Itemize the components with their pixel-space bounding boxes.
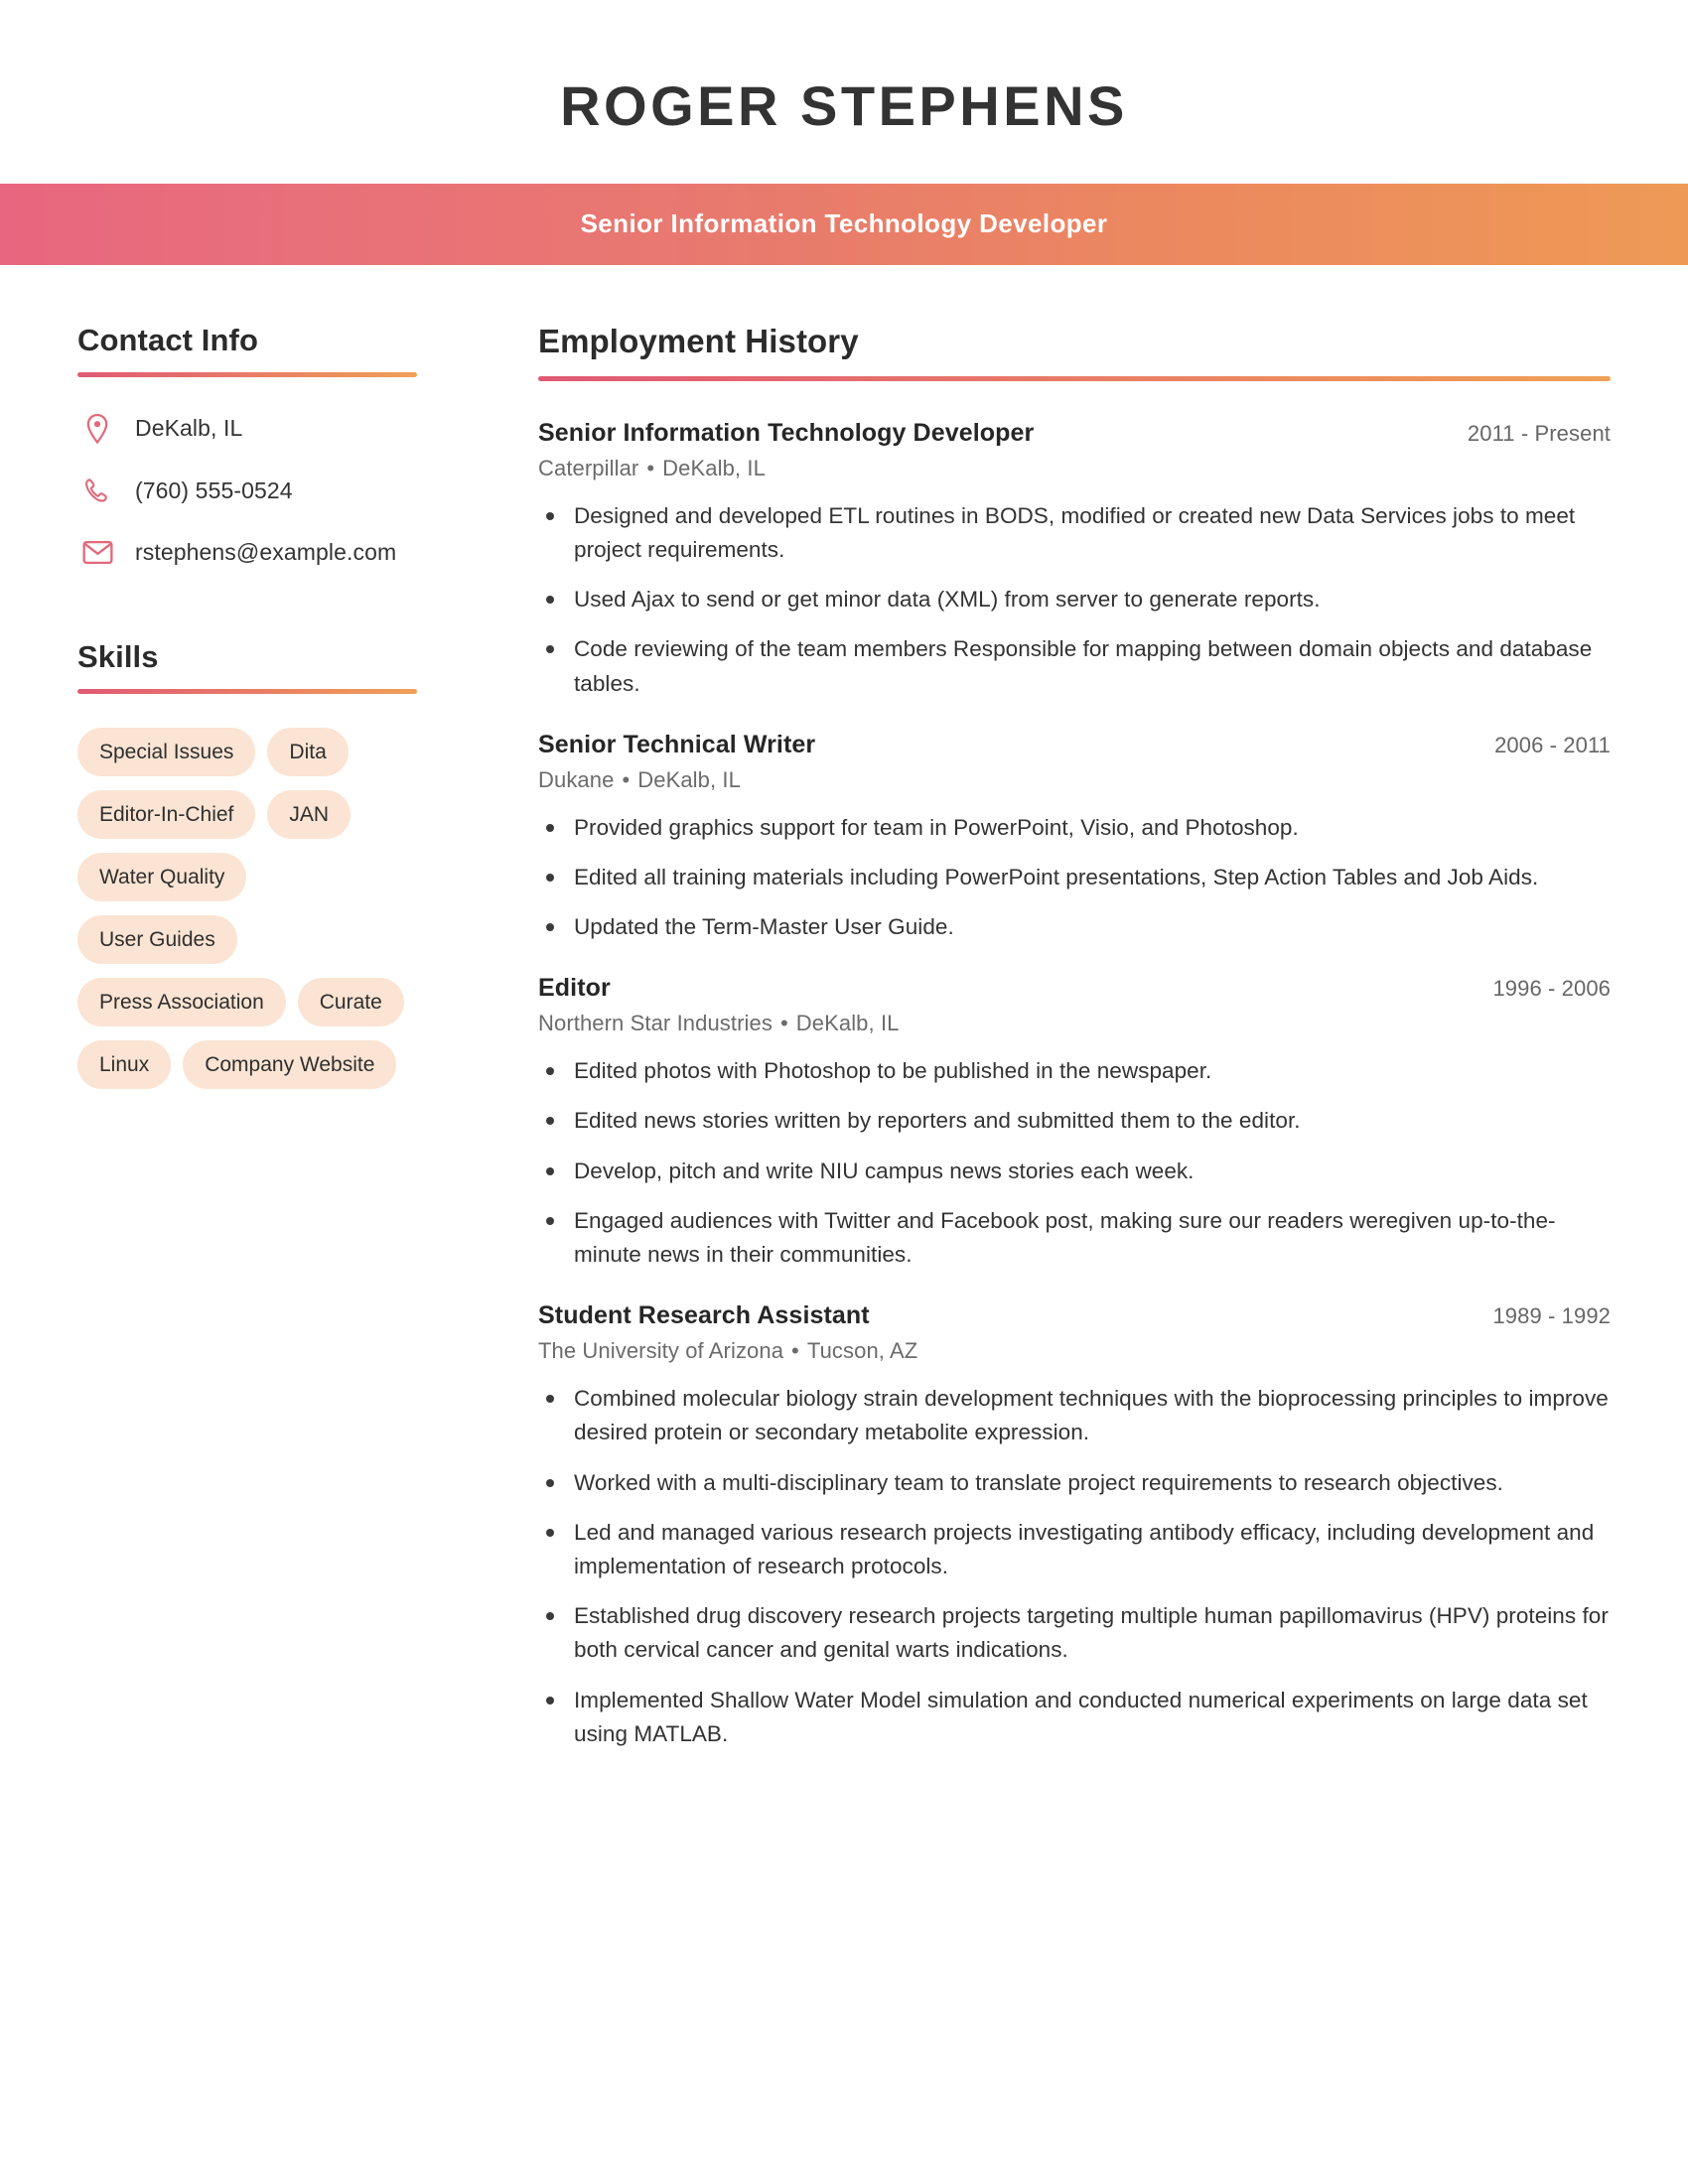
section-divider — [538, 375, 1611, 381]
employment-bullet: Updated the Term-Master User Guide. — [538, 910, 1611, 944]
bullet-separator-icon: • — [779, 1011, 788, 1036]
main-column: Employment History Senior Information Te… — [477, 265, 1688, 1781]
employment-bullet: Led and managed various research project… — [538, 1516, 1611, 1583]
skill-tag: Water Quality — [77, 852, 247, 901]
employment-bullet: Edited photos with Photoshop to be publi… — [538, 1054, 1611, 1088]
employment-bullet-list: Combined molecular biology strain develo… — [538, 1382, 1611, 1751]
employment-entry-headline: Student Research Assistant 1989 - 1992 — [538, 1301, 1611, 1330]
skill-tag: Dita — [267, 727, 349, 776]
employment-company: The University of Arizona — [538, 1338, 784, 1364]
employment-dates: 2006 - 2011 — [1494, 732, 1611, 757]
section-divider — [77, 688, 417, 694]
contact-item-phone[interactable]: (760) 555-0524 — [77, 477, 417, 506]
employment-role: Editor — [538, 974, 611, 1003]
employment-bullet: Designed and developed ETL routines in B… — [538, 499, 1611, 567]
section-divider — [77, 371, 417, 377]
contact-item-location[interactable]: DeKalb, IL — [77, 413, 417, 445]
employment-entry: Student Research Assistant 1989 - 1992 The… — [538, 1301, 1611, 1751]
employment-bullet: Engaged audiences with Twitter and Faceb… — [538, 1204, 1611, 1272]
employment-company-location: Caterpillar • DeKalb, IL — [538, 456, 1611, 481]
contact-location-value: DeKalb, IL — [135, 414, 243, 441]
sidebar: Contact Info DeKalb, IL (760) 555-0524 r… — [0, 265, 477, 1089]
location-pin-icon — [77, 413, 117, 445]
resume-header: ROGER STEPHENS — [0, 0, 1688, 184]
employment-company-location: Dukane • DeKalb, IL — [538, 767, 1611, 793]
employment-entry: Editor 1996 - 2006 Northern Star Industrie… — [538, 974, 1611, 1272]
skills-section: Skills Special Issues Dita Editor-In-Chief… — [77, 639, 417, 1089]
skills-tag-list: Special Issues Dita Editor-In-Chief JAN Wate… — [77, 727, 417, 1089]
employment-location: DeKalb, IL — [795, 1011, 900, 1036]
employment-location: DeKalb, IL — [637, 766, 741, 792]
employment-bullet-list: Provided graphics support for team in Po… — [538, 811, 1611, 945]
employment-company: Caterpillar — [538, 455, 639, 480]
employment-bullet: Used Ajax to send or get minor data (XML… — [538, 583, 1611, 616]
skill-tag: Linux — [77, 1039, 172, 1089]
bullet-separator-icon: • — [791, 1338, 799, 1364]
phone-icon — [77, 477, 117, 505]
contact-item-email[interactable]: rstephens@example.com — [77, 538, 417, 568]
skill-tag: Press Association — [77, 977, 286, 1026]
employment-bullet: Code reviewing of the team members Respo… — [538, 632, 1611, 700]
employment-bullet: Implemented Shallow Water Model simulati… — [538, 1684, 1611, 1751]
employment-company: Dukane — [538, 766, 615, 792]
skills-heading: Skills — [77, 638, 159, 674]
envelope-icon — [77, 540, 117, 565]
employment-bullet: Combined molecular biology strain develo… — [538, 1382, 1611, 1449]
employment-bullet: Edited all training materials including … — [538, 861, 1611, 894]
employment-role: Senior Information Technology Developer — [538, 418, 1035, 447]
employment-entry-headline: Editor 1996 - 2006 — [538, 974, 1611, 1003]
contact-phone-value: (760) 555-0524 — [135, 477, 293, 503]
employment-history-heading: Employment History — [538, 322, 859, 359]
employment-entry-headline: Senior Technical Writer 2006 - 2011 — [538, 731, 1611, 759]
employment-bullet: Provided graphics support for team in Po… — [538, 811, 1611, 845]
contact-info-heading: Contact Info — [77, 322, 259, 357]
employment-dates: 2011 - Present — [1467, 420, 1611, 446]
employment-bullet: Established drug discovery research proj… — [538, 1599, 1611, 1667]
employment-location: Tucson, AZ — [806, 1338, 918, 1364]
job-title-banner: Senior Information Technology Developer — [0, 183, 1688, 265]
skill-tag: Editor-In-Chief — [77, 789, 256, 839]
skill-tag: Company Website — [183, 1039, 397, 1089]
bullet-separator-icon: • — [646, 455, 655, 480]
skill-tag: User Guides — [77, 914, 237, 964]
skill-tag: JAN — [267, 789, 352, 839]
employment-company-location: Northern Star Industries • DeKalb, IL — [538, 1011, 1611, 1036]
candidate-name: ROGER STEPHENS — [560, 74, 1128, 137]
contact-list: DeKalb, IL (760) 555-0524 rstephens@exam… — [77, 413, 417, 568]
candidate-job-title: Senior Information Technology Developer — [580, 208, 1108, 239]
employment-dates: 1996 - 2006 — [1492, 976, 1611, 1002]
skill-tag: Special Issues — [77, 727, 256, 776]
employment-location: DeKalb, IL — [662, 455, 766, 480]
skill-tag: Curate — [297, 977, 404, 1026]
employment-bullet-list: Designed and developed ETL routines in B… — [538, 499, 1611, 701]
employment-bullet: Develop, pitch and write NIU campus news… — [538, 1155, 1611, 1188]
contact-info-section: Contact Info DeKalb, IL (760) 555-0524 r… — [77, 323, 417, 568]
employment-bullet: Edited news stories written by reporters… — [538, 1104, 1611, 1138]
employment-history-list: Senior Information Technology Developer 2… — [538, 419, 1611, 1751]
employment-entry: Senior Technical Writer 2006 - 2011 Dukane… — [538, 731, 1611, 945]
employment-dates: 1989 - 1992 — [1492, 1303, 1611, 1329]
employment-entry: Senior Information Technology Developer 2… — [538, 419, 1611, 701]
contact-email-value: rstephens@example.com — [135, 538, 397, 565]
employment-entry-headline: Senior Information Technology Developer 2… — [538, 419, 1611, 448]
employment-bullet: Worked with a multi-disciplinary team to… — [538, 1466, 1611, 1500]
resume-body: Contact Info DeKalb, IL (760) 555-0524 r… — [0, 265, 1688, 1781]
resume-page: ROGER STEPHENS Senior Information Techno… — [0, 0, 1688, 2184]
employment-role: Student Research Assistant — [538, 1301, 870, 1330]
employment-company: Northern Star Industries — [538, 1011, 773, 1036]
bullet-separator-icon: • — [622, 766, 631, 792]
employment-company-location: The University of Arizona • Tucson, AZ — [538, 1338, 1611, 1364]
employment-bullet-list: Edited photos with Photoshop to be publi… — [538, 1054, 1611, 1272]
employment-role: Senior Technical Writer — [538, 730, 816, 758]
